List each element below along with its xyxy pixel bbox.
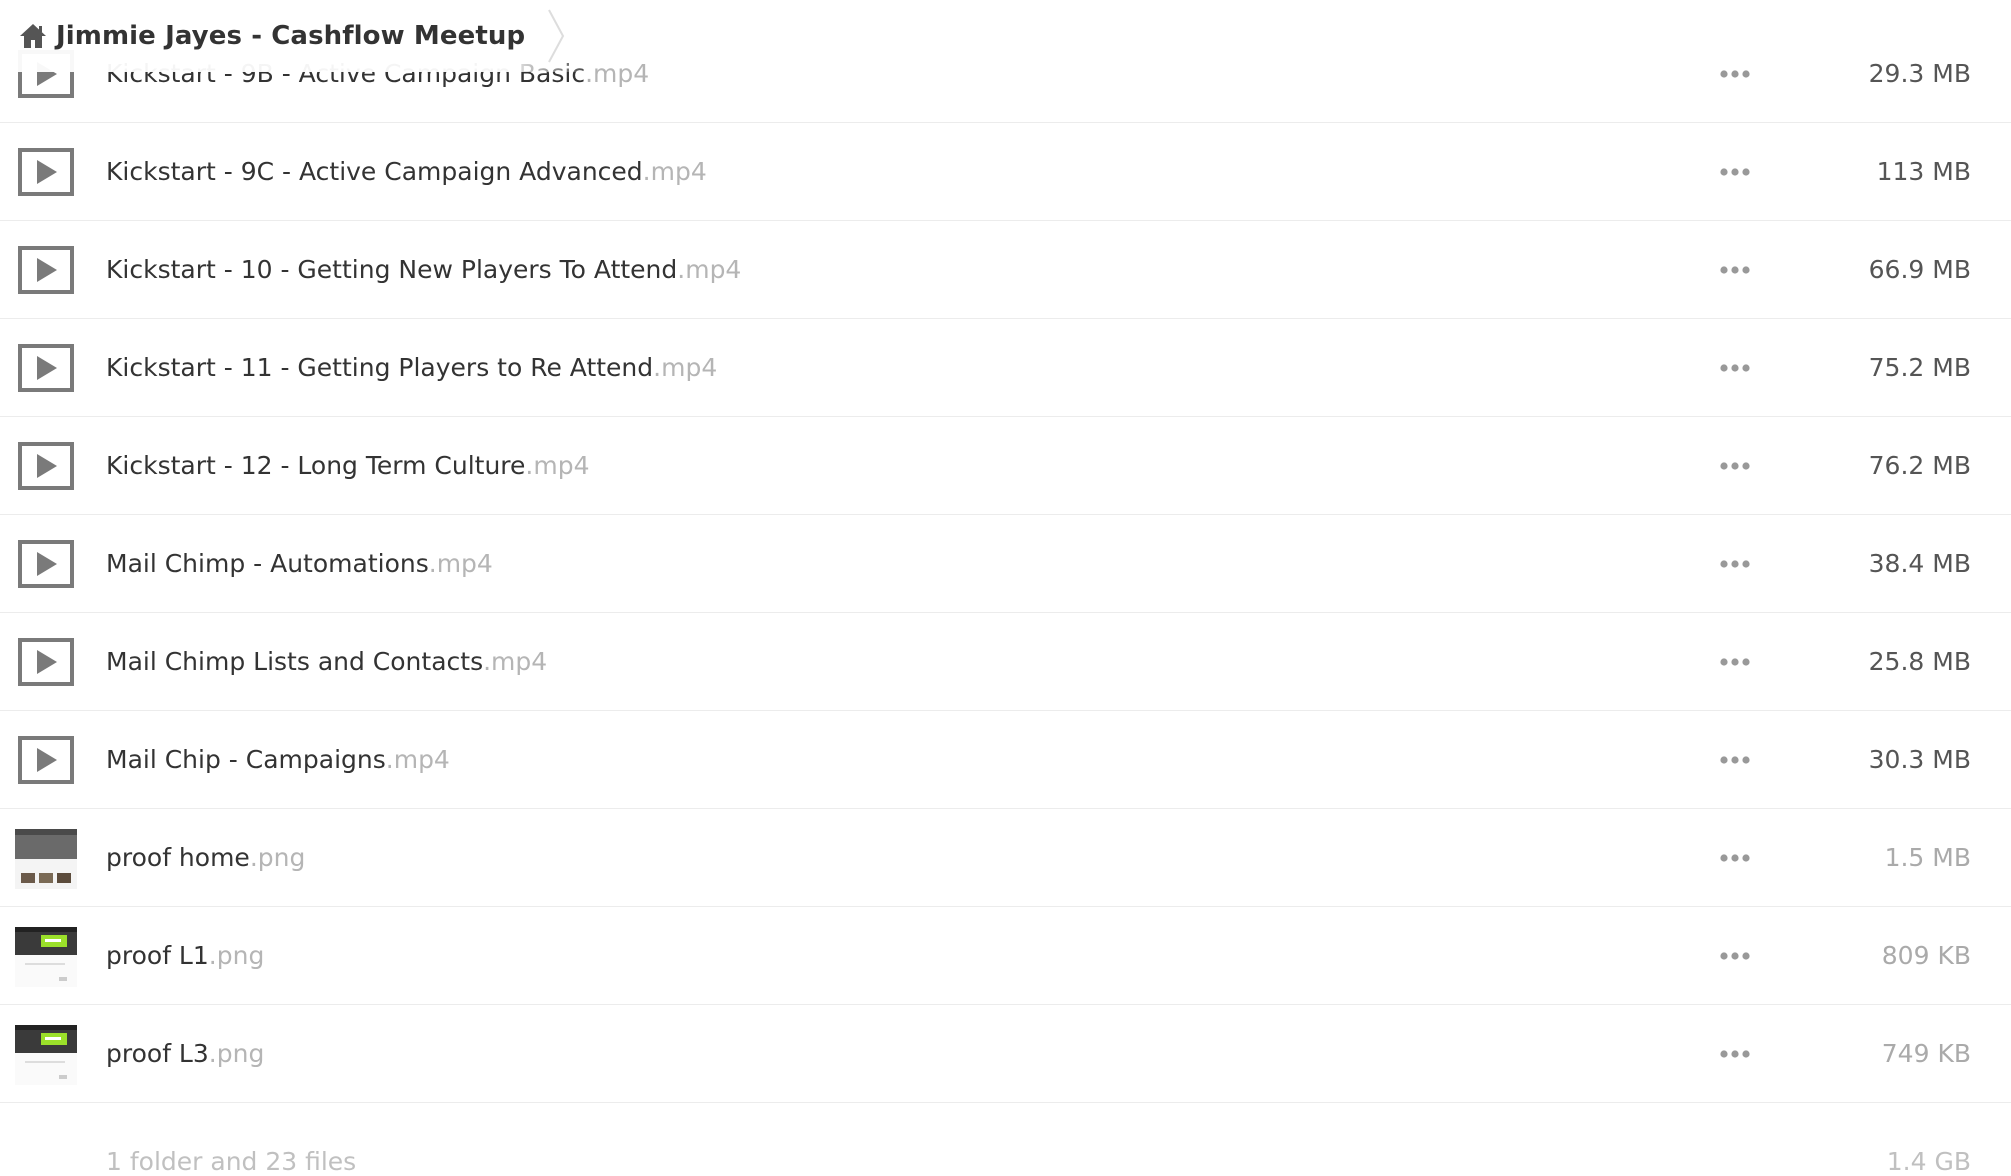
- more-actions-icon[interactable]: [1718, 1044, 1752, 1064]
- file-row[interactable]: Mail Chimp - Automations.mp4 38.4 MB: [0, 515, 2011, 613]
- file-size: 30.3 MB: [1868, 745, 1971, 774]
- file-basename: proof home: [106, 843, 250, 872]
- file-row[interactable]: proof L1.png 809 KB: [0, 907, 2011, 1005]
- file-size: 113 MB: [1876, 157, 1971, 186]
- more-actions-icon[interactable]: [1718, 358, 1752, 378]
- file-basename: Mail Chip - Campaigns: [106, 745, 386, 774]
- file-name[interactable]: proof L1.png: [106, 941, 264, 970]
- more-actions-icon[interactable]: [1718, 652, 1752, 672]
- file-row[interactable]: proof home.png 1.5 MB: [0, 809, 2011, 907]
- file-size: 76.2 MB: [1868, 451, 1971, 480]
- home-icon[interactable]: [18, 21, 48, 51]
- file-list: Kickstart - 9B - Active Campaign Basic.m…: [0, 25, 2011, 1103]
- file-basename: proof L1: [106, 941, 209, 970]
- file-name[interactable]: Kickstart - 9C - Active Campaign Advance…: [106, 157, 707, 186]
- file-extension: .mp4: [385, 745, 450, 774]
- file-basename: Kickstart - 9C - Active Campaign Advance…: [106, 157, 643, 186]
- file-name[interactable]: Kickstart - 10 - Getting New Players To …: [106, 255, 741, 284]
- video-play-icon: [15, 631, 77, 693]
- image-thumbnail: [15, 925, 77, 987]
- more-actions-icon[interactable]: [1718, 750, 1752, 770]
- file-row[interactable]: Kickstart - 11 - Getting Players to Re A…: [0, 319, 2011, 417]
- file-extension: .mp4: [677, 255, 742, 284]
- file-basename: Mail Chimp - Automations: [106, 549, 429, 578]
- image-thumbnail: [15, 1023, 77, 1085]
- more-actions-icon[interactable]: [1718, 260, 1752, 280]
- file-extension: .mp4: [525, 451, 590, 480]
- video-play-icon: [15, 337, 77, 399]
- breadcrumb: Jimmie Jayes - Cashflow Meetup: [0, 0, 598, 72]
- file-basename: proof L3: [106, 1039, 209, 1068]
- file-extension: .mp4: [428, 549, 493, 578]
- more-actions-icon[interactable]: [1718, 946, 1752, 966]
- file-size: 29.3 MB: [1868, 59, 1971, 88]
- file-name[interactable]: Mail Chimp - Automations.mp4: [106, 549, 493, 578]
- more-actions-icon[interactable]: [1718, 64, 1752, 84]
- file-extension: .png: [208, 1039, 265, 1068]
- breadcrumb-separator-icon: [548, 9, 565, 63]
- file-name[interactable]: Kickstart - 11 - Getting Players to Re A…: [106, 353, 717, 382]
- file-row[interactable]: Mail Chip - Campaigns.mp4 30.3 MB: [0, 711, 2011, 809]
- video-play-icon: [15, 533, 77, 595]
- video-play-icon: [15, 729, 77, 791]
- file-size: 66.9 MB: [1868, 255, 1971, 284]
- more-actions-icon[interactable]: [1718, 456, 1752, 476]
- summary-total-size: 1.4 GB: [1886, 1147, 1971, 1176]
- file-size: 75.2 MB: [1868, 353, 1971, 382]
- file-browser: Jimmie Jayes - Cashflow Meetup Kickstart…: [0, 0, 2011, 1176]
- file-name[interactable]: Mail Chip - Campaigns.mp4: [106, 745, 450, 774]
- file-name[interactable]: Kickstart - 12 - Long Term Culture.mp4: [106, 451, 590, 480]
- video-play-icon: [15, 435, 77, 497]
- file-extension: .mp4: [653, 353, 718, 382]
- file-extension: .png: [249, 843, 306, 872]
- file-size: 1.5 MB: [1884, 843, 1971, 872]
- file-size: 25.8 MB: [1868, 647, 1971, 676]
- file-row[interactable]: proof L3.png 749 KB: [0, 1005, 2011, 1103]
- file-basename: Kickstart - 11 - Getting Players to Re A…: [106, 353, 654, 382]
- video-play-icon: [15, 141, 77, 203]
- more-actions-icon[interactable]: [1718, 162, 1752, 182]
- file-size: 749 KB: [1881, 1039, 1971, 1068]
- file-basename: Kickstart - 12 - Long Term Culture: [106, 451, 526, 480]
- file-row[interactable]: Kickstart - 12 - Long Term Culture.mp4 76…: [0, 417, 2011, 515]
- file-row[interactable]: Kickstart - 10 - Getting New Players To …: [0, 221, 2011, 319]
- breadcrumb-current-folder[interactable]: Jimmie Jayes - Cashflow Meetup: [56, 21, 525, 51]
- file-extension: .mp4: [483, 647, 548, 676]
- file-name[interactable]: proof L3.png: [106, 1039, 264, 1068]
- more-actions-icon[interactable]: [1718, 554, 1752, 574]
- file-name[interactable]: proof home.png: [106, 843, 305, 872]
- file-extension: .mp4: [642, 157, 707, 186]
- file-size: 809 KB: [1881, 941, 1971, 970]
- file-row[interactable]: Mail Chimp Lists and Contacts.mp4 25.8 MB: [0, 613, 2011, 711]
- file-extension: .png: [208, 941, 265, 970]
- image-thumbnail: [15, 827, 77, 889]
- file-size: 38.4 MB: [1868, 549, 1971, 578]
- file-name[interactable]: Mail Chimp Lists and Contacts.mp4: [106, 647, 547, 676]
- summary-file-count: 1 folder and 23 files: [106, 1147, 357, 1176]
- summary-row: 1 folder and 23 files 1.4 GB: [0, 1135, 2011, 1176]
- video-play-icon: [15, 239, 77, 301]
- file-row[interactable]: Kickstart - 9C - Active Campaign Advance…: [0, 123, 2011, 221]
- file-basename: Mail Chimp Lists and Contacts: [106, 647, 484, 676]
- file-basename: Kickstart - 10 - Getting New Players To …: [106, 255, 678, 284]
- more-actions-icon[interactable]: [1718, 848, 1752, 868]
